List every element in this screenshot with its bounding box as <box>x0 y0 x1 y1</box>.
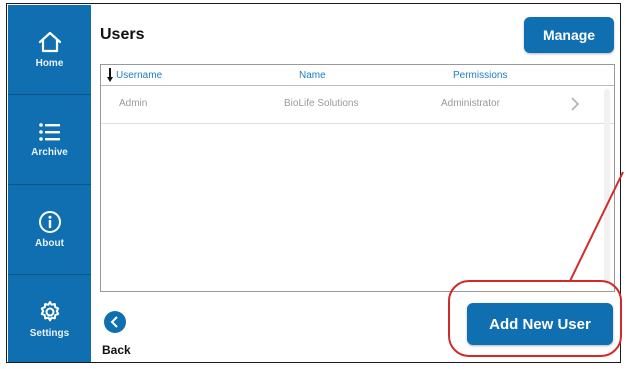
users-table: Username Name Permissions Admin BioLife … <box>100 64 615 292</box>
cell-permissions: Administrator <box>441 98 500 109</box>
back-label: Back <box>102 343 131 357</box>
gear-icon <box>40 300 59 321</box>
sidebar-item-home[interactable]: Home <box>8 5 91 93</box>
column-header-username[interactable]: Username <box>116 70 162 81</box>
sort-down-icon[interactable] <box>107 68 113 82</box>
sidebar-item-settings[interactable]: Settings <box>8 275 91 363</box>
info-icon <box>38 210 61 233</box>
scrollbar[interactable] <box>604 89 610 285</box>
list-icon <box>38 122 60 141</box>
manage-button[interactable]: Manage <box>524 17 614 53</box>
sidebar-item-label: Settings <box>29 327 70 339</box>
home-icon <box>38 31 61 52</box>
table-header: Username Name Permissions <box>101 65 614 86</box>
column-header-permissions[interactable]: Permissions <box>453 70 507 81</box>
sidebar-item-label: Home <box>35 57 64 69</box>
chevron-left-icon <box>110 316 118 328</box>
sidebar-item-archive[interactable]: Archive <box>8 95 91 183</box>
back-button[interactable] <box>104 311 126 333</box>
sidebar: Home Archive About Settings <box>8 5 91 362</box>
cell-name: BioLife Solutions <box>284 98 359 109</box>
cell-username: Admin <box>119 98 148 109</box>
sidebar-item-about[interactable]: About <box>8 185 91 273</box>
column-header-name[interactable]: Name <box>299 70 326 81</box>
sidebar-item-label: About <box>35 237 64 249</box>
add-new-user-button[interactable]: Add New User <box>467 303 613 345</box>
sidebar-item-label: Archive <box>31 146 68 158</box>
table-row[interactable]: Admin BioLife Solutions Administrator <box>101 86 614 124</box>
chevron-right-icon[interactable] <box>569 96 581 112</box>
page-title: Users <box>100 26 145 43</box>
